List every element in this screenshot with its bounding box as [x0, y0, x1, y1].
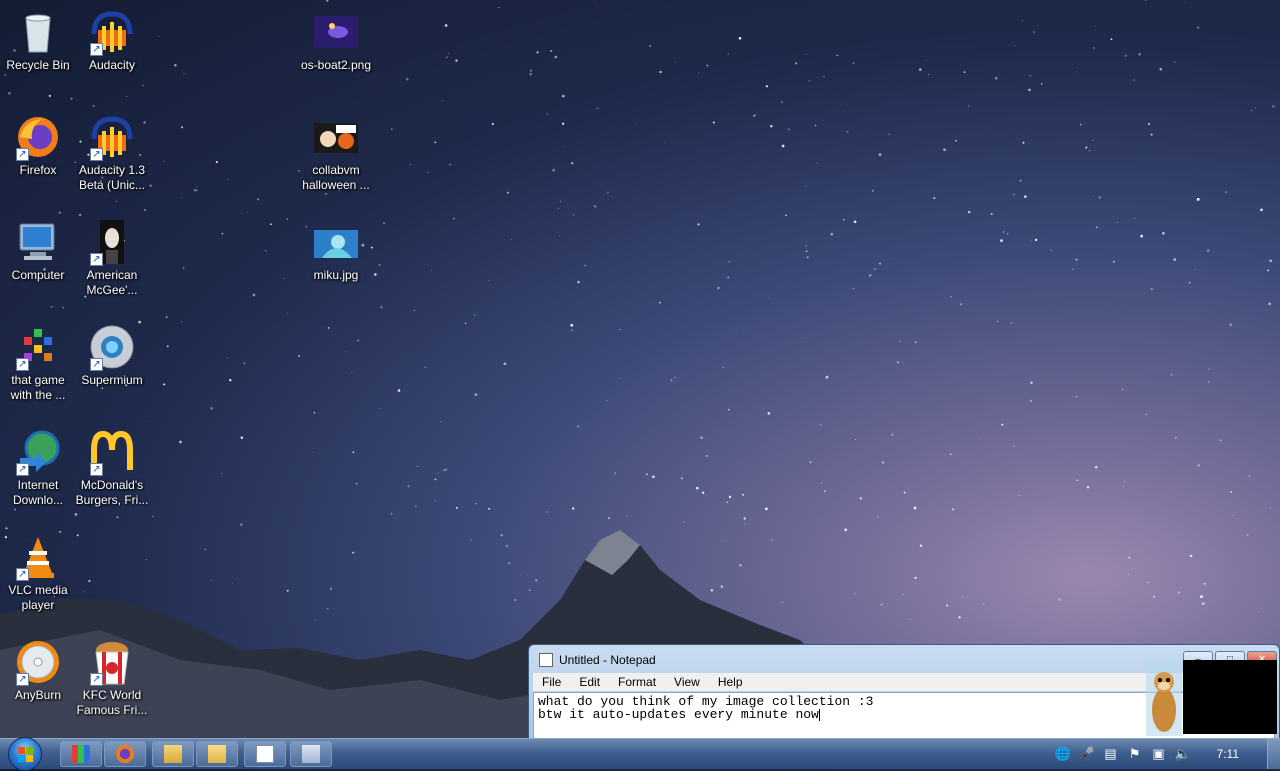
- mcdonalds-logo-icon: ↗: [88, 428, 136, 476]
- notepad-icon: [539, 653, 553, 667]
- desktop-icon-label: Supermium: [81, 373, 143, 387]
- text-line: btw it auto-updates every minute now: [538, 707, 819, 722]
- windows-logo-icon: [18, 747, 33, 762]
- firefox-icon: [116, 745, 134, 763]
- menu-view[interactable]: View: [665, 673, 709, 691]
- black-video-overlay: [1183, 660, 1277, 734]
- alice-portrait-icon: ↗: [88, 218, 136, 266]
- shortcut-arrow-icon: ↗: [90, 358, 103, 371]
- shortcut-arrow-icon: ↗: [90, 463, 103, 476]
- game-icon: ↗: [14, 323, 62, 371]
- vlc-cone-icon: ↗: [14, 533, 62, 581]
- desktop-icon-audacity[interactable]: ↗ Audacity: [74, 8, 150, 73]
- shortcut-arrow-icon: ↗: [90, 253, 103, 266]
- system-tray: 🌐 🎤 ▤ ⚑ ▣ 🔈 7:11: [1051, 739, 1280, 769]
- recycle-bin-icon: [14, 8, 62, 56]
- notepad-icon: [256, 745, 274, 763]
- show-desktop-button[interactable]: [1267, 739, 1280, 769]
- microphone-icon[interactable]: 🎤: [1079, 746, 1095, 762]
- network-icon[interactable]: ▣: [1151, 746, 1167, 762]
- shortcut-arrow-icon: ↗: [16, 673, 29, 686]
- taskbar-notepad-button[interactable]: [244, 741, 286, 767]
- start-button[interactable]: [8, 737, 42, 771]
- shortcut-arrow-icon: ↗: [90, 673, 103, 686]
- internet-download-manager-icon: ↗: [14, 428, 62, 476]
- desktop-icon-audacity-beta[interactable]: ↗ Audacity 1.3 Beta (Unic...: [74, 113, 150, 193]
- desktop-icon-recycle-bin[interactable]: Recycle Bin: [0, 8, 76, 73]
- desktop-icon-label: Audacity 1.3 Beta (Unic...: [78, 163, 146, 192]
- bonzi-buddy-character[interactable]: [1146, 660, 1182, 736]
- taskbar-explorer-button[interactable]: [152, 741, 194, 767]
- menu-help[interactable]: Help: [709, 673, 752, 691]
- desktop-icon-label: Audacity: [88, 58, 136, 72]
- anyburn-disc-icon: ↗: [14, 638, 62, 686]
- desktop-icon-miku[interactable]: miku.jpg: [298, 218, 374, 283]
- desktop-icon-computer[interactable]: Computer: [0, 218, 76, 283]
- desktop-icon-that-game[interactable]: ↗ that game with the ...: [0, 323, 76, 403]
- desktop-icon-internet-download[interactable]: ↗ Internet Downlo...: [0, 428, 76, 508]
- desktop-icon-label: os-boat2.png: [300, 58, 372, 72]
- desktop-icon-anyburn[interactable]: ↗ AnyBurn: [0, 638, 76, 703]
- notepad-title-bar[interactable]: Untitled - Notepad: [539, 653, 656, 667]
- shortcut-arrow-icon: ↗: [16, 568, 29, 581]
- desktop-icon-os-boat2[interactable]: os-boat2.png: [298, 8, 374, 73]
- folder-icon: [208, 745, 226, 763]
- window-title: Untitled - Notepad: [559, 653, 656, 667]
- supermium-globe-icon: ↗: [88, 323, 136, 371]
- shortcut-arrow-icon: ↗: [16, 358, 29, 371]
- computer-icon: [14, 218, 62, 266]
- desktop-icon-label: Firefox: [19, 163, 57, 177]
- desktop-icon-label: American McGee'...: [86, 268, 138, 297]
- desktop-icon-label: miku.jpg: [313, 268, 359, 282]
- taskbar-remote-desktop-button[interactable]: [290, 741, 332, 767]
- desktop-icon-collabvm-halloween[interactable]: collabvm halloween ...: [298, 113, 374, 193]
- volume-icon[interactable]: 🔈: [1175, 746, 1191, 762]
- desktop-icon-label: that game with the ...: [10, 373, 66, 402]
- image-thumbnail-icon: [312, 113, 360, 161]
- shortcut-arrow-icon: ↗: [16, 463, 29, 476]
- taskbar-firefox-button[interactable]: [104, 741, 146, 767]
- desktop-icon-mcdonalds[interactable]: ↗ McDonald's Burgers, Fri...: [74, 428, 150, 508]
- image-thumbnail-icon: [312, 8, 360, 56]
- desktop-icon-firefox[interactable]: ↗ Firefox: [0, 113, 76, 178]
- shortcut-arrow-icon: ↗: [16, 148, 29, 161]
- shortcut-arrow-icon: ↗: [90, 148, 103, 161]
- audacity-icon: ↗: [88, 8, 136, 56]
- desktop-icon-label: McDonald's Burgers, Fri...: [75, 478, 149, 507]
- desktop-icon-label: Recycle Bin: [6, 58, 70, 72]
- desktop-icon-label: AnyBurn: [14, 688, 62, 702]
- network-globe-icon[interactable]: 🌐: [1055, 746, 1071, 762]
- menu-edit[interactable]: Edit: [570, 673, 609, 691]
- taskbar: 🌐 🎤 ▤ ⚑ ▣ 🔈 7:11: [0, 737, 1280, 771]
- desktop-icon-supermium[interactable]: ↗ Supermium: [74, 323, 150, 388]
- desktop-icon-kfc[interactable]: ↗ KFC World Famous Fri...: [74, 638, 150, 718]
- image-thumbnail-icon: [312, 218, 360, 266]
- taskbar-game-button[interactable]: [60, 741, 102, 767]
- desktop-icon-american-mcgee[interactable]: ↗ American McGee'...: [74, 218, 150, 298]
- text-caret: [818, 708, 820, 721]
- action-center-flag-icon[interactable]: ⚑: [1127, 746, 1143, 762]
- taskbar-folder-button[interactable]: [196, 741, 238, 767]
- menu-format[interactable]: Format: [609, 673, 665, 691]
- menu-file[interactable]: File: [533, 673, 570, 691]
- clock[interactable]: 7:11: [1217, 747, 1239, 761]
- remote-desktop-icon: [302, 745, 320, 763]
- firefox-icon: ↗: [14, 113, 62, 161]
- kfc-bucket-icon: ↗: [88, 638, 136, 686]
- desktop-icon-label: Internet Downlo...: [12, 478, 64, 507]
- game-icon: [72, 745, 90, 763]
- desktop-icon-label: KFC World Famous Fri...: [76, 688, 148, 717]
- document-icon[interactable]: ▤: [1103, 746, 1119, 762]
- file-explorer-icon: [164, 745, 182, 763]
- desktop-icon-label: collabvm halloween ...: [302, 163, 370, 192]
- desktop-icon-label: VLC media player: [8, 583, 68, 612]
- desktop-icon-vlc[interactable]: ↗ VLC media player: [0, 533, 76, 613]
- desktop-icon-label: Computer: [11, 268, 65, 282]
- audacity-icon: ↗: [88, 113, 136, 161]
- shortcut-arrow-icon: ↗: [90, 43, 103, 56]
